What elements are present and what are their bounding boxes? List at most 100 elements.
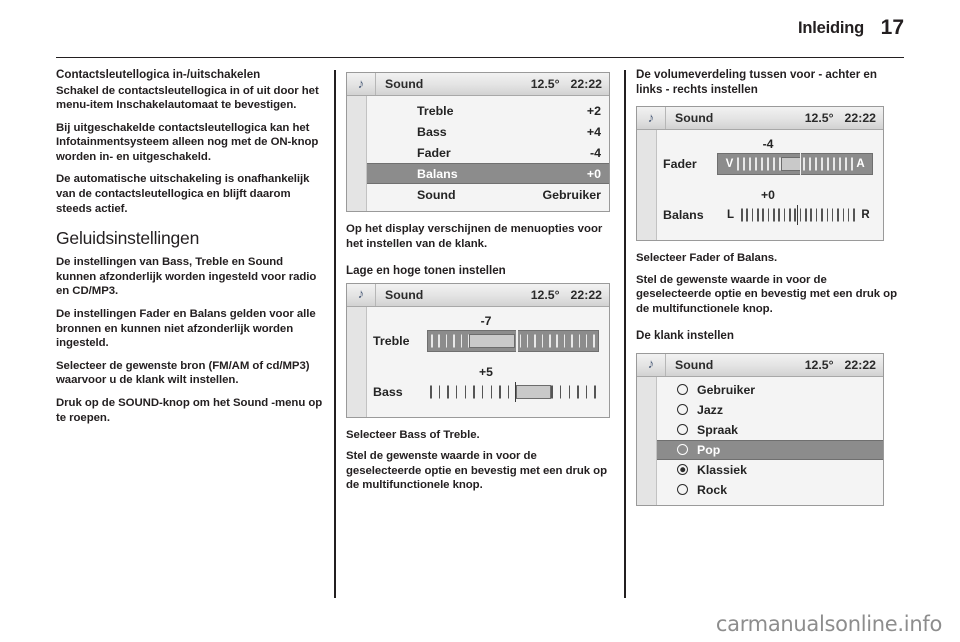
fader-knob[interactable]	[781, 157, 802, 171]
display-content: -4 Fader V A +0 Balans L R	[657, 130, 883, 240]
balans-slider-line: Balans L R	[663, 203, 873, 227]
header-divider	[56, 57, 904, 59]
radio-button-icon-checked	[677, 464, 688, 476]
radio-button-icon	[677, 384, 688, 396]
balans-center-mark	[796, 205, 799, 225]
right-heading-klank-instellen: De klank instellen	[636, 329, 734, 343]
balans-left-cap: L	[726, 209, 735, 221]
preset-option-klassiek[interactable]: Klassiek	[657, 460, 883, 480]
bass-ticks	[427, 385, 599, 399]
menu-row-label: Treble	[417, 103, 454, 118]
display-temperature: 12.5°	[804, 111, 834, 125]
music-note-icon: ♪	[357, 286, 365, 302]
preset-label: Jazz	[697, 402, 723, 417]
display-content: -7 Treble +5 Bass	[367, 306, 609, 417]
middle-heading-lage-hoge-tonen: Lage en hoge tonen instellen	[346, 264, 506, 278]
music-note-icon-cell: ♪	[347, 73, 376, 95]
preset-label: Rock	[697, 482, 728, 497]
display-temperature: 12.5°	[530, 77, 560, 91]
music-note-icon-cell: ♪	[637, 353, 666, 376]
middle-paragraph-1: Selecteer Bass of Treble.	[346, 428, 480, 441]
treble-slider-line: Treble	[373, 329, 599, 353]
display-treble-bass: ♪ Sound 12.5° 22:22 -7 Treble +5 Bass	[346, 282, 610, 418]
preset-option-pop[interactable]: Pop	[657, 439, 883, 460]
display-scroll-rail[interactable]	[347, 306, 367, 417]
fader-center-mark	[799, 153, 802, 175]
preset-option-jazz[interactable]: Jazz	[657, 400, 883, 420]
bass-knob[interactable]	[516, 384, 551, 399]
display-titlebar: ♪ Sound 12.5° 22:22	[347, 283, 609, 307]
right-heading-volumeverdeling: De volumeverdeling tussen voor - achter …	[636, 68, 877, 96]
display-fader-balans: ♪ Sound 12.5° 22:22 -4 Fader V A +0 Bala…	[636, 106, 884, 241]
display-title: Sound	[675, 111, 714, 125]
display-content: Treble +2 Bass +4 Fader -4 Balans +0 Sou…	[367, 96, 609, 211]
preset-label: Gebruiker	[697, 382, 756, 397]
menu-row-value: +4	[586, 124, 601, 139]
display-clock: 22:22	[570, 287, 602, 302]
left-paragraph-2: Bij uitgeschakelde contactsleutellogica …	[56, 121, 319, 163]
menu-row[interactable]: Bass +4	[367, 121, 609, 142]
left-paragraph-6: Selecteer de gewenste bron (FM/AM of cd/…	[56, 359, 310, 387]
left-heading-contactsleutellogica: Contactsleutellogica in-/uitschakelen	[56, 68, 261, 81]
treble-label: Treble	[373, 333, 410, 348]
slider-group-balans: +0 Balans L R	[663, 188, 873, 227]
display-temperature: 12.5°	[804, 357, 834, 372]
middle-column: ♪ Sound 12.5° 22:22 Treble +2 Bass +4 Fa…	[346, 68, 614, 598]
display-scroll-rail[interactable]	[347, 96, 367, 211]
preset-label: Spraak	[697, 422, 739, 437]
bass-track[interactable]	[427, 381, 599, 403]
middle-caption-1: Op het display verschijnen de menuopties…	[346, 223, 603, 250]
display-body: Treble +2 Bass +4 Fader -4 Balans +0 Sou…	[347, 96, 609, 211]
treble-value: -7	[480, 313, 492, 328]
content-columns: Contactsleutellogica in-/uitschakelen Sc…	[56, 68, 904, 598]
bass-center-mark	[514, 381, 517, 402]
menu-row-value: +2	[586, 103, 601, 118]
menu-row[interactable]: Treble +2	[367, 100, 609, 121]
display-clock: 22:22	[844, 111, 876, 125]
fader-track[interactable]: V A	[717, 153, 873, 175]
balans-label: Balans	[663, 208, 704, 222]
treble-knob[interactable]	[468, 333, 515, 348]
left-column: Contactsleutellogica in-/uitschakelen Sc…	[56, 68, 324, 598]
music-note-icon: ♪	[647, 109, 655, 125]
display-temperature: 12.5°	[530, 287, 560, 302]
sound-preset-list: Gebruiker Jazz Spraak Pop Klassiek Rock	[657, 377, 883, 505]
preset-option-spraak[interactable]: Spraak	[657, 420, 883, 440]
display-scroll-rail[interactable]	[637, 130, 657, 240]
preset-label: Pop	[697, 442, 721, 457]
left-paragraph-4: De instellingen van Bass, Treble en Soun…	[56, 256, 317, 298]
preset-option-gebruiker[interactable]: Gebruiker	[657, 380, 883, 400]
display-title: Sound	[385, 77, 424, 91]
balans-track[interactable]	[738, 204, 858, 226]
display-sound-presets: ♪ Sound 12.5° 22:22 Gebruiker Jazz Spraa…	[636, 352, 884, 506]
display-scroll-rail[interactable]	[637, 376, 657, 505]
radio-button-icon	[677, 444, 688, 456]
preset-option-rock[interactable]: Rock	[657, 480, 883, 500]
column-gap-2	[614, 68, 636, 598]
menu-row[interactable]: Fader -4	[367, 142, 609, 163]
display-clock: 22:22	[570, 77, 602, 91]
display-body: Gebruiker Jazz Spraak Pop Klassiek Rock	[637, 376, 883, 505]
menu-row-label: Balans	[417, 166, 458, 181]
footer-watermark: carmanualsonline.info	[715, 612, 942, 636]
display-titlebar: ♪ Sound 12.5° 22:22	[347, 73, 609, 96]
slider-block: -7 Treble +5 Bass	[367, 307, 609, 417]
treble-center-mark	[516, 329, 518, 352]
column-gap-1	[324, 68, 346, 598]
column-divider-2	[624, 70, 626, 598]
fader-label: Fader	[663, 157, 697, 171]
menu-row-label: Bass	[417, 124, 447, 139]
menu-row-selected[interactable]: Balans +0	[367, 163, 609, 184]
display-titlebar: ♪ Sound 12.5° 22:22	[637, 353, 883, 377]
treble-track[interactable]	[427, 329, 599, 352]
slider-group-bass: +5 Bass	[373, 365, 599, 404]
left-paragraph-5: De instellingen Fader en Balans gelden v…	[56, 308, 316, 350]
music-note-icon: ♪	[357, 75, 365, 91]
music-note-icon-cell: ♪	[347, 283, 376, 306]
fader-value: -4	[762, 137, 774, 151]
middle-paragraph-2: Stel de gewenste waarde in voor de gesel…	[346, 450, 607, 492]
slider-group-treble: -7 Treble	[373, 314, 599, 353]
display-body: -7 Treble +5 Bass	[347, 306, 609, 417]
menu-row[interactable]: Sound Gebruiker	[367, 184, 609, 205]
bass-slider-line: Bass	[373, 380, 599, 404]
